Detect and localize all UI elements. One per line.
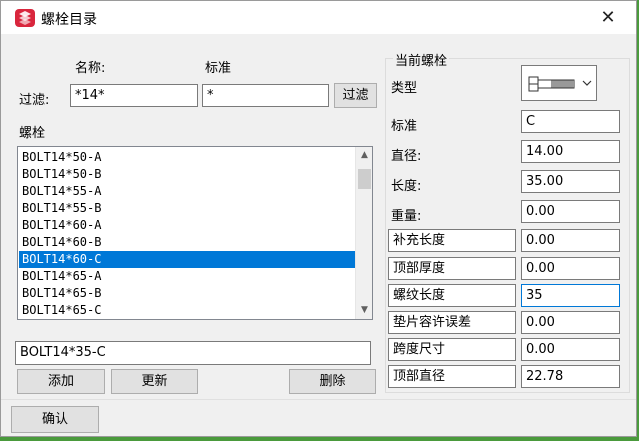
span-label: 跨度尺寸 bbox=[388, 338, 516, 361]
close-icon[interactable]: ✕ bbox=[596, 6, 620, 30]
thread-length-field[interactable]: 35 bbox=[521, 284, 620, 307]
standard-column-header: 标准 bbox=[205, 61, 232, 76]
top-thickness-field[interactable]: 0.00 bbox=[521, 257, 620, 280]
standard-filter-input[interactable]: * bbox=[202, 84, 329, 107]
washer-tolerance-label: 垫片容许误差 bbox=[388, 311, 516, 334]
delete-button[interactable]: 删除 bbox=[289, 369, 376, 394]
length-field[interactable]: 35.00 bbox=[521, 170, 620, 193]
bolt-list-item[interactable]: BOLT14*55-B bbox=[19, 200, 356, 217]
weight-label: 重量: bbox=[391, 209, 422, 224]
washer-tolerance-field[interactable]: 0.00 bbox=[521, 311, 620, 334]
window-title: 螺栓目录 bbox=[41, 12, 97, 28]
bolt-list-items: BOLT14*50-A BOLT14*50-B BOLT14*55-A BOLT14*… bbox=[19, 149, 356, 319]
bolt-catalog-dialog: 螺栓目录 ✕ 名称: 标准 过滤: *14* * 过滤 螺栓 BOLT14*50… bbox=[0, 0, 637, 437]
bolt-list-item[interactable]: BOLT14*65-C bbox=[19, 302, 356, 319]
standard-field[interactable]: C bbox=[521, 110, 620, 133]
bolt-list-item[interactable]: BOLT14*55-A bbox=[19, 183, 356, 200]
bolt-listbox[interactable]: BOLT14*50-A BOLT14*50-B BOLT14*55-A BOLT14*… bbox=[17, 146, 373, 320]
scroll-thumb[interactable] bbox=[358, 169, 371, 189]
weight-field[interactable]: 0.00 bbox=[521, 200, 620, 223]
filter-button[interactable]: 过滤 bbox=[334, 83, 377, 108]
extra-length-field[interactable]: 0.00 bbox=[521, 229, 620, 252]
standard-label: 标准 bbox=[391, 119, 418, 134]
update-button[interactable]: 更新 bbox=[111, 369, 198, 394]
bolt-icon bbox=[528, 76, 575, 92]
extra-length-label: 补充长度 bbox=[388, 229, 516, 252]
bolt-list-label: 螺栓 bbox=[19, 126, 46, 141]
bolt-list-item[interactable]: BOLT14*60-A bbox=[19, 217, 356, 234]
top-diameter-label: 顶部直径 bbox=[388, 365, 516, 388]
bolt-list-item[interactable]: BOLT14*50-A bbox=[19, 149, 356, 166]
scroll-down-icon[interactable]: ▼ bbox=[356, 302, 373, 319]
top-diameter-field[interactable]: 22.78 bbox=[521, 365, 620, 388]
bolt-list-item[interactable]: BOLT14*60-B bbox=[19, 234, 356, 251]
confirm-button[interactable]: 确认 bbox=[11, 406, 99, 433]
current-bolt-name-field[interactable]: BOLT14*35-C bbox=[15, 341, 371, 365]
add-button[interactable]: 添加 bbox=[17, 369, 105, 394]
filter-label: 过滤: bbox=[19, 93, 50, 108]
bottom-divider bbox=[1, 399, 636, 400]
app-icon bbox=[15, 9, 35, 27]
scroll-up-icon[interactable]: ▲ bbox=[356, 147, 373, 164]
name-filter-input[interactable]: *14* bbox=[70, 84, 198, 107]
span-field[interactable]: 0.00 bbox=[521, 338, 620, 361]
bolt-list-item[interactable]: BOLT14*65-B bbox=[19, 285, 356, 302]
length-label: 长度: bbox=[391, 179, 422, 194]
title-bar: 螺栓目录 ✕ bbox=[1, 1, 636, 34]
current-bolt-group-title: 当前螺栓 bbox=[393, 50, 450, 69]
bolt-list-item[interactable]: BOLT14*50-B bbox=[19, 166, 356, 183]
thread-length-label: 螺纹长度 bbox=[388, 284, 516, 307]
type-label: 类型 bbox=[391, 81, 418, 96]
diameter-field[interactable]: 14.00 bbox=[521, 140, 620, 163]
top-thickness-label: 顶部厚度 bbox=[388, 257, 516, 280]
bolt-type-combo[interactable] bbox=[521, 65, 597, 101]
bolt-list-item[interactable]: BOLT14*65-A bbox=[19, 268, 356, 285]
name-column-header: 名称: bbox=[75, 61, 106, 76]
chevron-down-icon bbox=[582, 80, 592, 86]
bolt-list-item[interactable]: BOLT14*60-C bbox=[19, 251, 356, 268]
diameter-label: 直径: bbox=[391, 149, 422, 164]
list-scrollbar[interactable]: ▲ ▼ bbox=[355, 147, 372, 319]
